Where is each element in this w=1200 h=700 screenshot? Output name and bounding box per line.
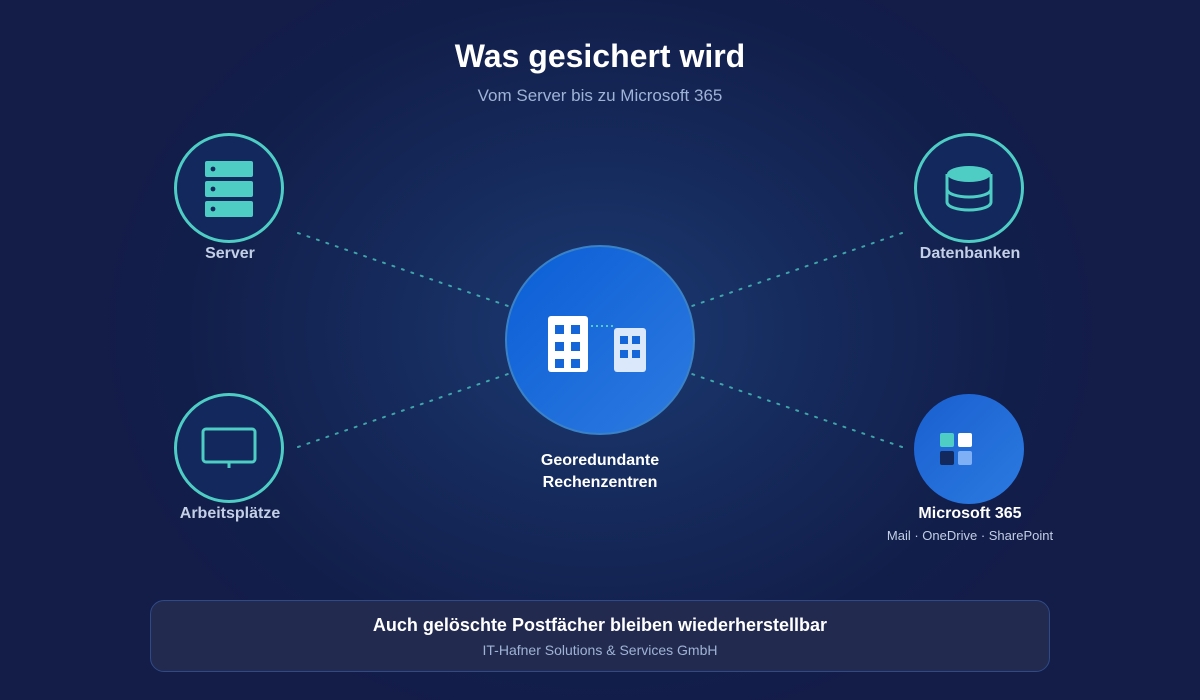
data-center-buildings-icon [548, 316, 646, 372]
banner-title: Auch gelöschte Postfächer bleiben wieder… [372, 615, 828, 635]
monitor-icon [201, 427, 257, 468]
info-banner: Auch gelöschte Postfächer bleiben wieder… [150, 600, 1050, 672]
connector-workstations [297, 373, 509, 448]
datacenter-label: Georedundante Rechenzentren [480, 450, 720, 494]
windows-tiles-icon [940, 433, 972, 465]
server-stack-icon [205, 161, 253, 217]
m365-node [914, 394, 1024, 504]
datacenter-label-line1: Georedundante [540, 452, 660, 469]
datacenter-node [505, 245, 695, 435]
server-node [174, 133, 284, 243]
connector-server [297, 232, 509, 307]
server-label: Server [205, 245, 255, 262]
databases-label: Datenbanken [919, 245, 1021, 262]
database-icon [945, 166, 993, 212]
workstations-label: Arbeitsplätze [179, 505, 281, 522]
banner-company: IT-Hafner Solutions & Services GmbH [482, 642, 718, 658]
databases-node [914, 133, 1024, 243]
connector-databases [691, 232, 903, 307]
m365-label: Microsoft 365 [918, 505, 1022, 522]
datacenter-label-line2: Rechenzentren [542, 474, 658, 491]
m365-services: Mail · OneDrive · SharePoint [886, 528, 1054, 543]
connector-m365 [691, 373, 903, 448]
workstations-node [174, 393, 284, 503]
